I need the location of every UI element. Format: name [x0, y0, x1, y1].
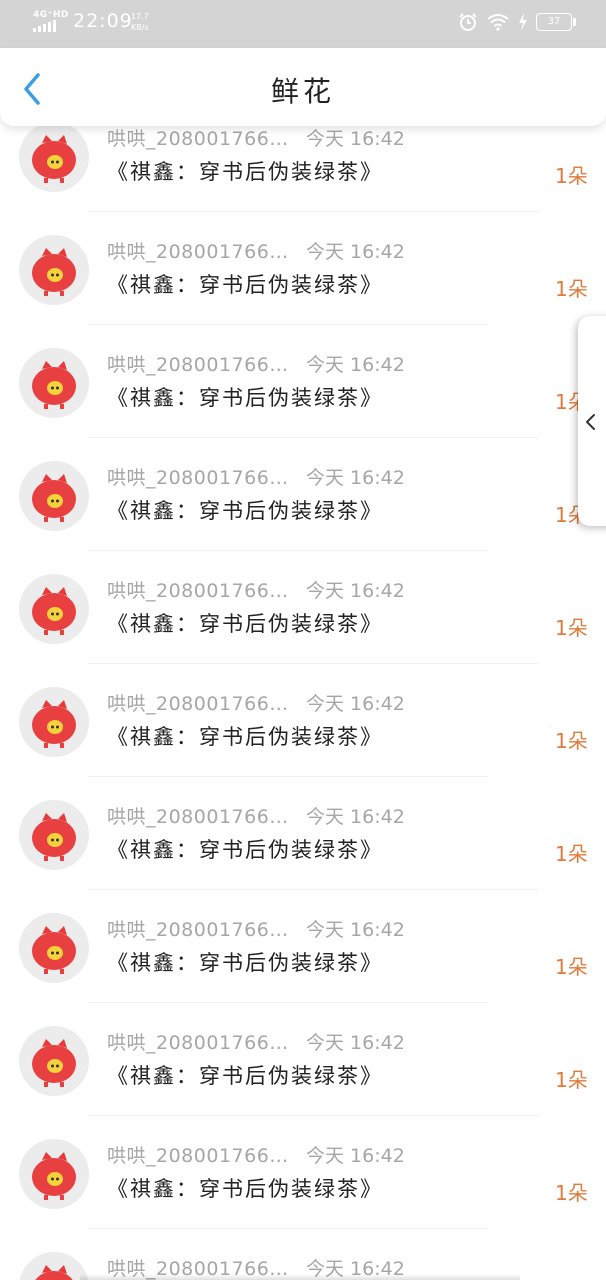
username: 哄哄_208001766…: [107, 467, 289, 489]
avatar[interactable]: [19, 1252, 89, 1280]
header: 鲜花: [0, 48, 606, 126]
divider: [88, 437, 538, 438]
list-item[interactable]: 哄哄_208001766… 今天 16:42 《祺鑫：穿书后伪装绿茶》 1朵: [0, 665, 606, 778]
avatar[interactable]: [19, 461, 89, 531]
book-title[interactable]: 《祺鑫：穿书后伪装绿茶》: [107, 156, 383, 186]
list-item[interactable]: 哄哄_208001766… 今天 16:42 《祺鑫：穿书后伪装绿茶》 1朵: [0, 552, 606, 665]
avatar[interactable]: [19, 800, 89, 870]
chevron-left-icon: [586, 414, 595, 430]
timestamp: 今天 16:42: [306, 580, 405, 602]
avatar[interactable]: [19, 913, 89, 983]
network-speed: 17.7 KB/s: [131, 11, 149, 33]
signal-icon: [33, 20, 57, 32]
flower-count: 1朵: [555, 842, 588, 866]
list-item[interactable]: 哄哄_208001766… 今天 16:42 《祺鑫：穿书后伪装绿茶》 1朵: [0, 1117, 606, 1230]
avatar[interactable]: [19, 1026, 89, 1096]
book-title[interactable]: 《祺鑫：穿书后伪装绿茶》: [107, 269, 383, 299]
flower-count: 1朵: [555, 955, 588, 979]
timestamp: 今天 16:42: [306, 1145, 405, 1167]
speed-value: 17.7: [131, 12, 149, 21]
flower-count: 1朵: [555, 729, 588, 753]
list-item[interactable]: 哄哄_208001766… 今天 16:42 《祺鑫：穿书后伪装绿茶》 1朵: [0, 891, 606, 1004]
divider: [88, 663, 538, 664]
flower-count: 1朵: [555, 1181, 588, 1205]
timestamp: 今天 16:42: [306, 467, 405, 489]
avatar[interactable]: [19, 687, 89, 757]
book-title[interactable]: 《祺鑫：穿书后伪装绿茶》: [107, 834, 383, 864]
avatar[interactable]: [19, 1139, 89, 1209]
divider: [88, 889, 538, 890]
timestamp: 今天 16:42: [306, 693, 405, 715]
list-item[interactable]: 哄哄_208001766… 今天 16:42 《祺鑫：穿书后伪装绿茶》 1朵: [0, 1004, 606, 1117]
list-item[interactable]: 哄哄_208001766… 今天 16:42 《祺鑫：穿书后伪装绿茶》 1朵: [0, 213, 606, 326]
avatar[interactable]: [19, 235, 89, 305]
alarm-icon: [459, 13, 477, 31]
divider: [88, 324, 488, 325]
book-title[interactable]: 《祺鑫：穿书后伪装绿茶》: [107, 1173, 383, 1203]
avatar[interactable]: [19, 348, 89, 418]
clock: 22:09: [73, 10, 133, 32]
timestamp: 今天 16:42: [306, 806, 405, 828]
divider: [88, 1002, 488, 1003]
list-item[interactable]: 哄哄_208001766…今天 16:42《祺鑫：穿书后伪装绿茶》1朵: [0, 326, 606, 439]
list-item[interactable]: 哄哄_208001766…今天 16:42《祺鑫：穿书后伪装绿茶》1朵: [0, 1230, 606, 1280]
timestamp: 今天 16:42: [306, 128, 405, 150]
book-title[interactable]: 《祺鑫：穿书后伪装绿茶》: [107, 1060, 383, 1090]
side-drawer-tab[interactable]: [578, 316, 606, 526]
username: 哄哄_208001766…: [107, 1032, 289, 1054]
username: 哄哄_208001766…: [107, 919, 289, 941]
status-bar: 4G⁺HD 22:09 17.7 KB/s 37: [0, 0, 606, 48]
battery-icon: 37: [536, 13, 576, 31]
avatar[interactable]: [19, 122, 89, 192]
status-icons: 37: [458, 12, 576, 32]
flower-count: 1朵: [555, 616, 588, 640]
flower-count: 1朵: [555, 164, 588, 188]
speed-unit: KB/s: [131, 23, 149, 32]
timestamp: 今天 16:42: [306, 354, 405, 376]
timestamp: 今天 16:42: [306, 1032, 405, 1054]
divider: [88, 776, 488, 777]
username: 哄哄_208001766…: [107, 1145, 289, 1167]
divider: [88, 1115, 538, 1116]
book-title[interactable]: 《祺鑫：穿书后伪装绿茶》: [107, 608, 383, 638]
timestamp: 今天 16:42: [306, 241, 405, 263]
wifi-icon: [487, 14, 509, 31]
flower-count: 1朵: [555, 1068, 588, 1092]
divider: [88, 1228, 488, 1229]
username: 哄哄_208001766…: [107, 241, 289, 263]
list-item[interactable]: 哄哄_208001766… 今天 16:42 《祺鑫：穿书后伪装绿茶》 1朵: [0, 778, 606, 891]
network-type: 4G⁺HD: [33, 10, 69, 20]
divider: [88, 550, 488, 551]
bottom-divider: [80, 1274, 520, 1280]
username: 哄哄_208001766…: [107, 354, 289, 376]
avatar[interactable]: [19, 574, 89, 644]
username: 哄哄_208001766…: [107, 580, 289, 602]
divider: [88, 211, 538, 212]
charging-icon: [519, 13, 527, 31]
username: 哄哄_208001766…: [107, 128, 289, 150]
list-item[interactable]: 哄哄_208001766…今天 16:42《祺鑫：穿书后伪装绿茶》1朵: [0, 439, 606, 552]
book-title[interactable]: 《祺鑫：穿书后伪装绿茶》: [107, 721, 383, 751]
flower-count: 1朵: [555, 277, 588, 301]
book-title[interactable]: 《祺鑫：穿书后伪装绿茶》: [107, 947, 383, 977]
username: 哄哄_208001766…: [107, 806, 289, 828]
flower-list[interactable]: 哄哄_208001766… 今天 16:42 《祺鑫：穿书后伪装绿茶》 1朵 哄哄_20…: [0, 0, 606, 1280]
timestamp: 今天 16:42: [306, 919, 405, 941]
username: 哄哄_208001766…: [107, 693, 289, 715]
book-title[interactable]: 《祺鑫：穿书后伪装绿茶》: [107, 382, 383, 412]
book-title[interactable]: 《祺鑫：穿书后伪装绿茶》: [107, 495, 383, 525]
page-title: 鲜花: [270, 75, 335, 108]
